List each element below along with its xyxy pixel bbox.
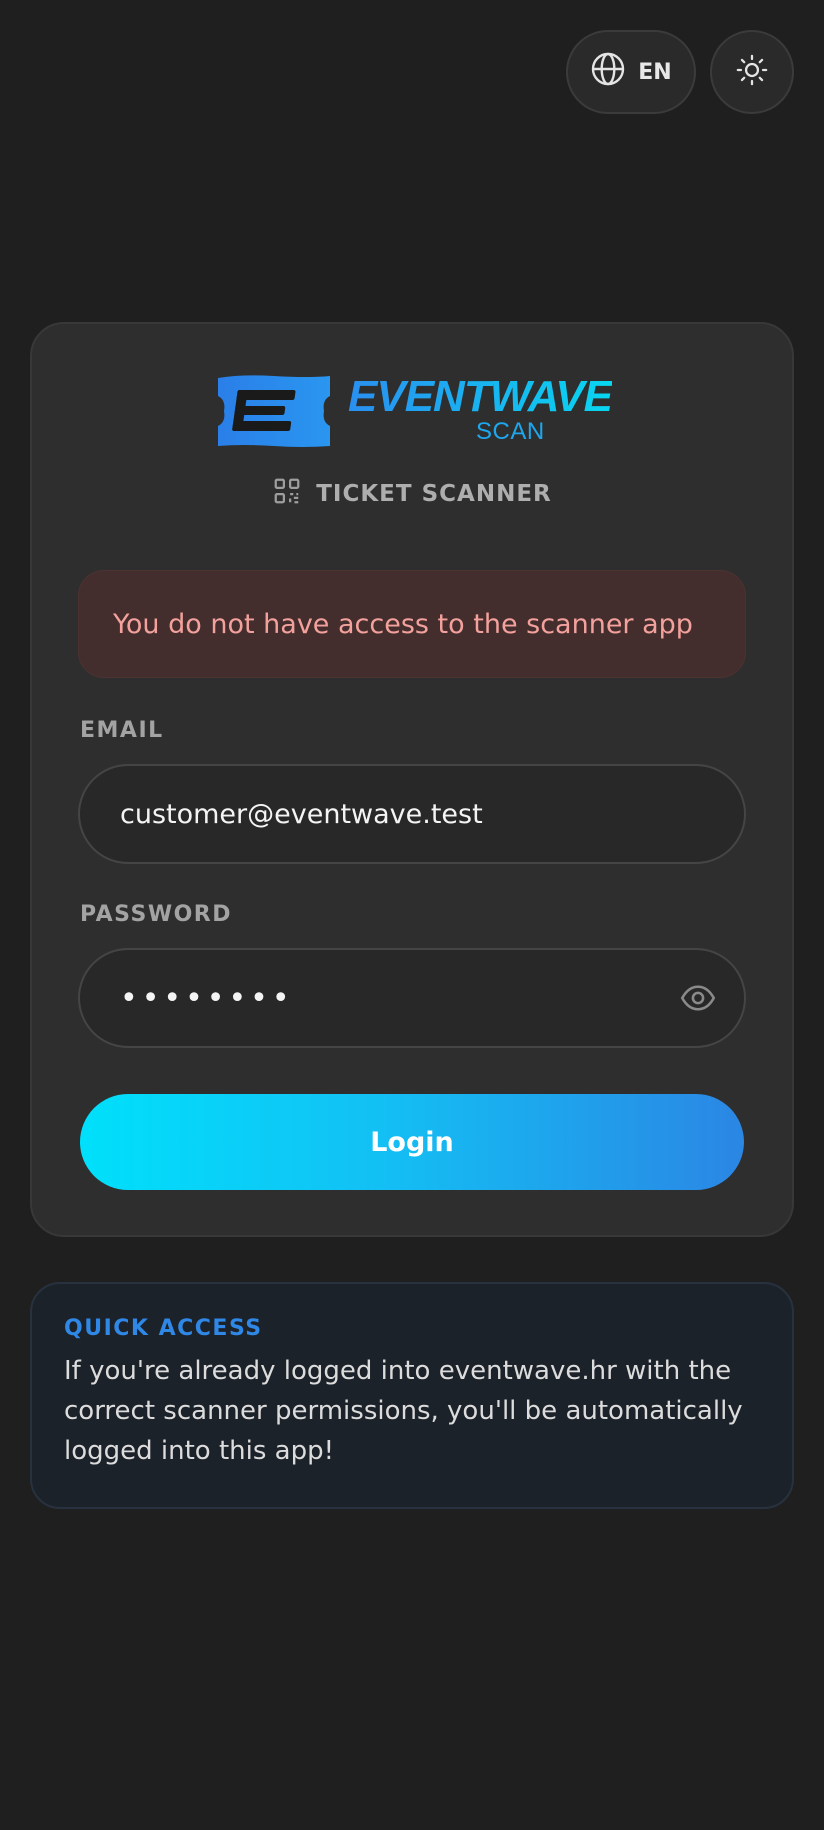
email-field[interactable] <box>78 764 746 864</box>
theme-toggle-button[interactable] <box>710 30 794 114</box>
ticket-logo-icon <box>212 374 336 452</box>
email-label: EMAIL <box>80 718 164 743</box>
password-field[interactable] <box>78 948 746 1048</box>
sun-icon <box>735 53 769 91</box>
logo: EVENTWAVE SCAN <box>212 372 632 454</box>
language-button[interactable]: EN <box>566 30 696 114</box>
password-label: PASSWORD <box>80 902 233 927</box>
email-input[interactable] <box>120 798 716 830</box>
quick-access-card: QUICK ACCESS If you're already logged in… <box>30 1282 794 1509</box>
error-message: You do not have access to the scanner ap… <box>113 608 693 640</box>
eye-icon[interactable] <box>680 980 716 1016</box>
login-button[interactable]: Login <box>80 1094 744 1190</box>
qr-code-icon <box>272 476 302 512</box>
globe-icon <box>590 51 626 93</box>
logo-subtitle: SCAN <box>476 418 545 445</box>
quick-access-text: If you're already logged into eventwave.… <box>64 1356 743 1466</box>
logo-title: EVENTWAVE <box>348 372 613 421</box>
error-alert: You do not have access to the scanner ap… <box>78 570 746 678</box>
scanner-title-label: TICKET SCANNER <box>316 481 552 507</box>
top-bar: EN <box>566 30 794 114</box>
password-input[interactable] <box>120 980 680 1016</box>
scanner-title: TICKET SCANNER <box>32 476 792 512</box>
language-label: EN <box>638 59 672 85</box>
login-card: EVENTWAVE SCAN TICKET SCANNER You do not… <box>30 322 794 1237</box>
quick-access-title: QUICK ACCESS <box>64 1316 263 1341</box>
